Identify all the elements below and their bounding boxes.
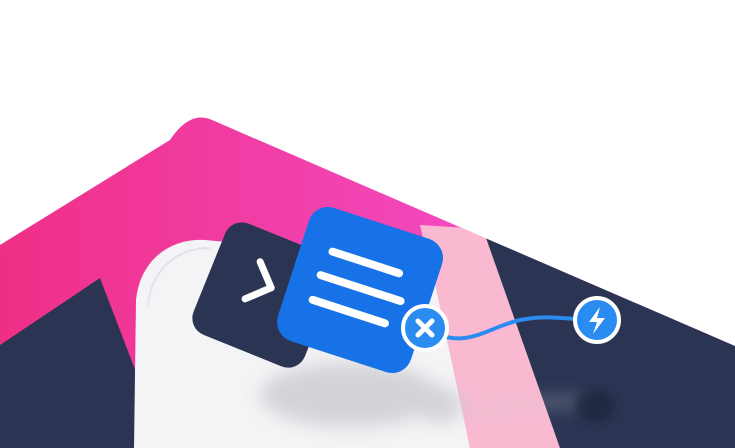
bolt-node: [573, 296, 621, 344]
integration-illustration: [0, 117, 735, 448]
tile-shadow: [260, 363, 440, 427]
plus-node: [401, 304, 449, 352]
bolt-shadow: [575, 390, 615, 422]
